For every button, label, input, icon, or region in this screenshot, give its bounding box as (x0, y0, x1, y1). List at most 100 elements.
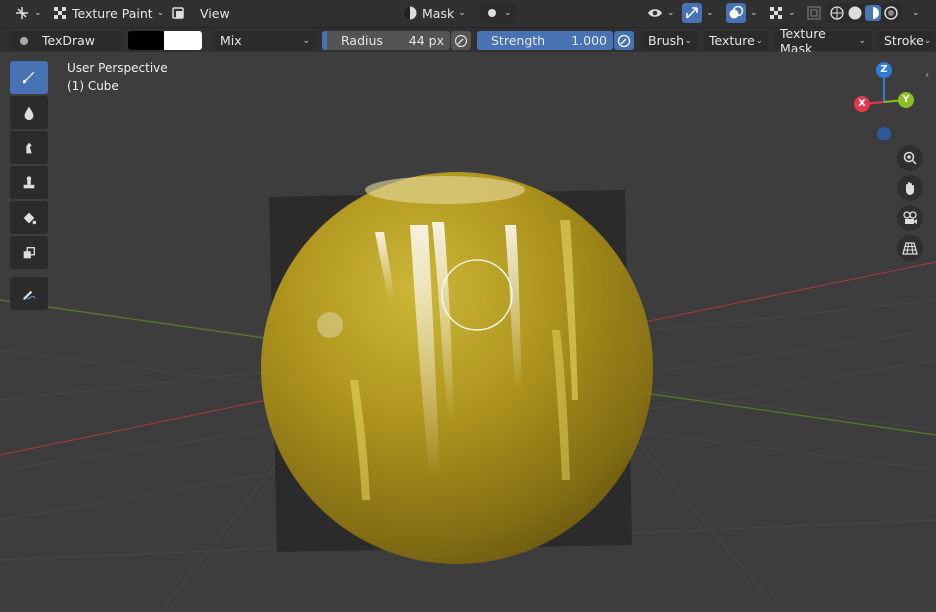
radius-field[interactable]: Radius 44 px (322, 31, 450, 50)
annotate-icon (21, 286, 37, 302)
tool-shelf (10, 61, 50, 312)
stroke-menu[interactable]: Stroke ⌄ (878, 31, 934, 50)
grid-perspective-icon (902, 240, 918, 256)
zoom-button[interactable] (897, 145, 923, 171)
overlays-toggle[interactable]: ⌄ (722, 3, 762, 23)
radius-value: 44 px (408, 33, 444, 48)
mask-label: Mask (422, 5, 455, 21)
chevron-down-icon: ⌄ (458, 8, 466, 18)
chevron-down-icon: ⌄ (923, 35, 932, 46)
pan-button[interactable] (897, 175, 923, 201)
chevron-down-icon: ⌄ (750, 8, 758, 18)
xray-toggle[interactable] (166, 3, 190, 23)
specular-highlight (317, 312, 343, 338)
vertex-icon (484, 5, 500, 21)
draw-brush-icon (21, 70, 37, 86)
smear-tool[interactable] (10, 131, 48, 164)
visibility-menu[interactable]: ⌄ (643, 3, 679, 23)
projection-toggle-button[interactable] (897, 235, 923, 261)
gizmo-y-label: Y (902, 94, 910, 105)
chevron-down-icon: ⌄ (755, 35, 763, 46)
brush-selector[interactable]: TexDraw (10, 31, 122, 50)
stroke-menu-label: Stroke (884, 33, 924, 48)
solid-shading-icon[interactable] (847, 5, 863, 21)
annotate-tool[interactable] (10, 277, 48, 310)
sidebar-toggle-icon[interactable]: ‹ (925, 68, 929, 81)
eye-icon (647, 5, 663, 21)
shading-modes[interactable] (826, 3, 902, 23)
object-label: (1) Cube (67, 79, 119, 93)
blend-mode-value: Mix (220, 33, 242, 48)
xray-icon (806, 5, 822, 21)
hand-icon (902, 180, 918, 196)
face-select-toggle[interactable]: ⌄ (480, 3, 516, 23)
camera-icon (902, 210, 918, 226)
sphere-top-highlight (365, 176, 525, 204)
smear-icon (21, 140, 37, 156)
xray-shading-toggle[interactable] (802, 3, 826, 23)
chevron-down-icon: ⌄ (706, 8, 714, 18)
texture-menu[interactable]: Texture ⌄ (703, 31, 769, 50)
clone-tool[interactable] (10, 166, 48, 199)
brush-menu[interactable]: Brush ⌄ (642, 31, 698, 50)
chevron-down-icon: ⌄ (858, 35, 866, 46)
mask-tool[interactable] (10, 236, 48, 269)
view-menu[interactable]: View (196, 3, 234, 23)
shading-options[interactable]: ⌄ (764, 3, 800, 23)
zoom-icon (902, 150, 918, 166)
radius-pressure-toggle[interactable] (451, 31, 471, 50)
editor-type-icon (14, 5, 30, 21)
header-bar: ⌄ Texture Paint ⌄ View Mask ⌄ ⌄ ⌄ ⌄ ⌄ ⌄ … (0, 0, 936, 27)
blend-mode-select[interactable]: Mix ⌄ (214, 31, 316, 50)
perspective-label: User Perspective (67, 61, 168, 75)
camera-view-button[interactable] (897, 205, 923, 231)
brush-preview-icon (16, 33, 32, 49)
wireframe-shading-icon[interactable] (829, 5, 845, 21)
viewport-scene (0, 172, 936, 612)
cube-outline-icon (170, 5, 186, 21)
pen-pressure-icon (616, 33, 632, 49)
chevron-down-icon: ⌄ (156, 8, 165, 18)
overlays-icon (726, 3, 746, 23)
chevron-down-icon: ⌄ (34, 8, 42, 18)
clone-icon (21, 175, 37, 191)
brush-name: TexDraw (42, 33, 96, 48)
fill-icon (21, 210, 37, 226)
soften-icon (21, 105, 37, 121)
chevron-down-icon: ⌄ (667, 8, 675, 18)
chevron-down-icon: ⌄ (788, 8, 796, 18)
strength-label: Strength (491, 33, 546, 48)
soften-tool[interactable] (10, 96, 48, 129)
gizmo-x-label: X (858, 98, 866, 109)
3d-viewport[interactable]: User Perspective (1) Cube Z X Y ‹ (0, 52, 936, 612)
primary-color-swatch[interactable] (128, 31, 164, 50)
texture-menu-label: Texture (709, 33, 755, 48)
texture-paint-icon (52, 5, 68, 21)
rendered-shading-icon[interactable] (883, 5, 899, 21)
mask-icon (402, 5, 418, 21)
chevron-down-icon: ⌄ (504, 8, 512, 18)
fill-tool[interactable] (10, 201, 48, 234)
radius-label: Radius (341, 33, 383, 48)
draw-brush-tool[interactable] (10, 61, 48, 94)
chevron-down-icon: ⌄ (302, 35, 310, 46)
material-shading-icon[interactable] (865, 5, 881, 21)
gizmo-icon (682, 3, 702, 23)
editor-type-button[interactable]: ⌄ (10, 3, 46, 23)
chevron-down-icon: ⌄ (912, 8, 920, 18)
secondary-color-swatch[interactable] (164, 31, 202, 50)
strength-value: 1.000 (571, 33, 607, 48)
checker-icon (768, 5, 784, 21)
pen-pressure-icon (453, 33, 469, 49)
texture-mask-menu-label: Texture Mask (780, 25, 826, 56)
strength-field[interactable]: Strength 1.000 (477, 31, 613, 50)
gizmo-toggle[interactable]: ⌄ (678, 3, 718, 23)
mode-selector[interactable]: Texture Paint ⌄ (48, 3, 168, 23)
mode-label: Texture Paint (72, 5, 153, 21)
texture-mask-menu[interactable]: Texture Mask ⌄ (774, 26, 872, 56)
mask-icon (21, 245, 37, 261)
brush-menu-label: Brush (648, 33, 685, 48)
mask-menu[interactable]: Mask ⌄ (398, 3, 470, 23)
shading-menu[interactable]: ⌄ (908, 3, 924, 23)
strength-pressure-toggle[interactable] (614, 31, 634, 50)
